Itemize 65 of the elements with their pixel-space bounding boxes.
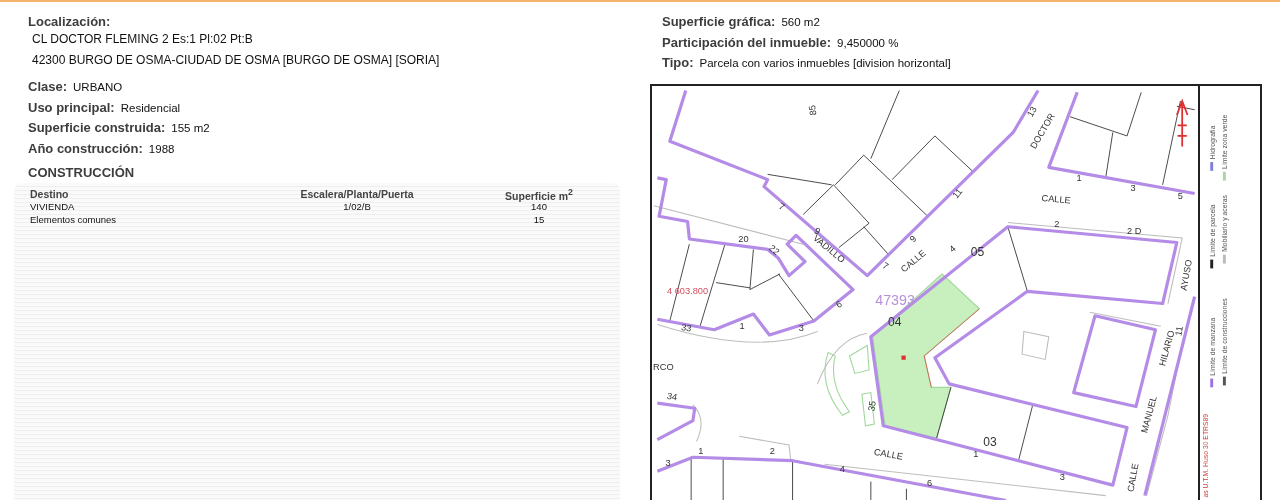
field-value: 155 m2 [171,122,210,134]
map-label: 9 [812,225,822,237]
map-label: CALLE [873,446,904,462]
field-label: Superficie gráfica: [662,14,776,29]
map-label: 33 [680,321,693,334]
map-label: 5 [1177,190,1183,201]
map-label: 47393 [875,291,915,308]
map-label: 1 [1076,172,1082,183]
column-header: Superficie m$^{2}$ [504,187,574,202]
field-label: Tipo: [662,55,694,70]
map-label: AYUSO [1178,258,1195,291]
field-label: Clase: [28,79,68,94]
map-label: 3 [665,457,671,468]
field-value: Residencial [120,101,181,114]
field-value: URBANO [73,81,123,93]
map-label: CALLE [1125,462,1141,493]
map-label: 4 [839,463,845,474]
map-label: 9 [907,233,919,244]
map-label: 85 [806,103,819,116]
map-label: 2 [769,445,775,456]
field-value: 560 m2 [781,16,820,28]
map-label: CALLE [1041,192,1072,205]
address-line: 42300 BURGO DE OSMA-CIUDAD DE OSMA [BURGO DE OSMA] [SORIA] [32,52,441,69]
field-label: Uso principal: [28,99,115,115]
map-label: 05 [970,244,985,259]
map-label: 6 [834,298,844,310]
map-label: 1 [739,320,745,331]
north-arrow-icon [1175,98,1189,147]
table-cell-text: 1/02/B [342,201,372,212]
map-label: 11 [1173,324,1185,336]
map-label: 4 [947,243,958,254]
map-label: 7 [880,260,891,272]
table-cell-text: Elementos comunes [30,214,118,225]
map-label: 34 [666,390,679,402]
map-label: 11 [950,186,965,200]
field-label: Participación del inmueble: [662,34,832,50]
map-label: 1 [698,446,704,456]
column-header: Destino [30,188,70,201]
section-title: CONSTRUCCIÓN [28,165,136,180]
map-label: 04 [887,314,902,328]
map-label: 2 D [1126,225,1142,236]
field-label: Año construcción: [28,140,143,156]
map-label: 1 [973,448,979,459]
map-label: 6 [927,477,933,488]
field-label: Superficie construida: [28,120,166,135]
map-label: 35 [866,399,878,412]
map-label: 4 603.800 [667,285,709,296]
map-label: 2 [1054,218,1060,229]
field-value: 1988 [148,142,175,155]
table-cell-text: VIVIENDA [30,201,76,212]
map-label: 20 [738,234,749,244]
column-header: Escalera/Planta/Puerta [299,188,415,201]
section-label: Localización: [28,14,112,29]
field-value: 9,450000 % [837,36,899,49]
table-cell-text: 15 [532,214,546,225]
map-label: 22 [767,242,782,257]
table-cell-text: 140 [531,201,547,212]
field-value: Parcela con varios inmuebles [division horizontal] [699,57,951,69]
map-label: RCO [653,361,674,372]
map-label: 3 [798,323,804,333]
map-label: 3 [1130,182,1136,193]
map-label: 03 [983,434,997,449]
map-label: 3 [1059,471,1065,482]
map-label: 7 [776,200,787,212]
address-line: CL DOCTOR FLEMING 2 Es:1 Pl:02 Pt:B [32,31,254,48]
